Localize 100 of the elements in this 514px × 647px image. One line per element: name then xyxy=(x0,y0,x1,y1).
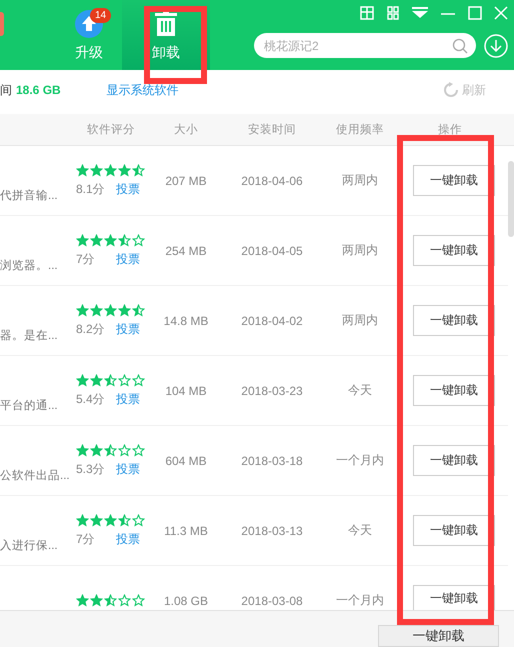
size-cell: 104 MB xyxy=(165,384,207,398)
download-icon[interactable] xyxy=(484,34,508,58)
star-icon xyxy=(132,374,145,386)
usage-frequency-cell: 一个月内 xyxy=(336,592,384,609)
star-icon xyxy=(118,514,131,526)
star-icon xyxy=(118,234,131,246)
app-icon[interactable] xyxy=(0,12,4,36)
vote-link[interactable]: 投票 xyxy=(116,460,140,478)
star-icon xyxy=(132,444,145,456)
star-icon xyxy=(118,444,131,456)
column-header: 大小 xyxy=(174,122,198,137)
uninstall-button[interactable]: 一键卸载 xyxy=(413,305,495,336)
star-icon xyxy=(76,594,89,607)
disk-space-label: 间 xyxy=(0,82,12,98)
star-icon xyxy=(104,304,117,316)
star-icon xyxy=(118,594,131,607)
star-icon xyxy=(132,594,145,607)
maximize-icon[interactable] xyxy=(468,6,482,20)
disk-space-value: 18.6 GB xyxy=(16,83,61,97)
rating-score: 5.3分 xyxy=(76,460,106,478)
scrollbar-thumb[interactable] xyxy=(508,161,514,237)
star-icon xyxy=(132,164,145,176)
refresh-icon xyxy=(443,82,459,98)
size-cell: 254 MB xyxy=(165,244,207,258)
rating-score: 7分 xyxy=(76,530,96,548)
nav-tab[interactable]: 14 升级 xyxy=(56,0,122,70)
search-field[interactable]: 桃花源记2 xyxy=(254,33,476,58)
uninstall-button[interactable]: 一键卸载 xyxy=(413,165,495,196)
usage-frequency-cell: 两周内 xyxy=(342,312,378,329)
count-badge: 14 xyxy=(90,8,112,23)
uninstall-button[interactable]: 一键卸载 xyxy=(413,445,495,476)
star-icon xyxy=(104,164,117,176)
rating-score: 5.4分 xyxy=(76,390,106,408)
dropdown-icon[interactable] xyxy=(412,7,428,19)
star-icon xyxy=(76,444,89,456)
search-icon[interactable] xyxy=(452,38,468,54)
install-date-cell: 2018-04-05 xyxy=(241,244,303,258)
install-date-cell: 2018-04-02 xyxy=(241,314,303,328)
star-icon xyxy=(118,164,131,176)
app-description: 公软件出品... xyxy=(0,468,71,483)
star-icon xyxy=(90,514,103,526)
uninstall-button[interactable]: 一键卸载 xyxy=(413,585,495,610)
star-icon xyxy=(76,374,89,386)
star-icon xyxy=(90,164,103,176)
column-header: 使用频率 xyxy=(336,122,384,137)
star-icon xyxy=(76,514,89,526)
star-icon xyxy=(104,594,117,607)
uninstall-button[interactable]: 一键卸载 xyxy=(413,515,495,546)
star-icon xyxy=(90,374,103,386)
vote-link[interactable]: 投票 xyxy=(116,250,140,268)
star-icon xyxy=(104,374,117,386)
batch-uninstall-button[interactable]: 一键卸载 xyxy=(378,625,499,647)
close-icon[interactable] xyxy=(494,6,508,20)
star-icon xyxy=(104,514,117,526)
star-icon xyxy=(104,444,117,456)
star-icon xyxy=(90,234,103,246)
install-date-cell: 2018-03-08 xyxy=(241,594,303,608)
app-description: 代拼音输... xyxy=(0,188,59,203)
usage-frequency-cell: 两周内 xyxy=(342,172,378,189)
star-icon xyxy=(132,234,145,246)
column-header: 操作 xyxy=(438,122,462,137)
vote-link[interactable]: 投票 xyxy=(116,390,140,408)
vote-link[interactable]: 投票 xyxy=(116,320,140,338)
vote-link[interactable]: 投票 xyxy=(116,530,140,548)
star-icon xyxy=(118,374,131,386)
install-date-cell: 2018-03-23 xyxy=(241,384,303,398)
star-icon xyxy=(104,234,117,246)
install-date-cell: 2018-03-18 xyxy=(241,454,303,468)
install-date-cell: 2018-03-13 xyxy=(241,524,303,538)
size-cell: 604 MB xyxy=(165,454,207,468)
star-icon xyxy=(76,304,89,316)
column-header: 软件评分 xyxy=(87,122,135,137)
usage-frequency-cell: 今天 xyxy=(348,382,372,399)
app-description: 入进行保... xyxy=(0,538,59,553)
install-date-cell: 2018-04-06 xyxy=(241,174,303,188)
app-description: 器。是在... xyxy=(0,328,59,343)
star-icon xyxy=(132,514,145,526)
size-cell: 11.3 MB xyxy=(164,524,208,538)
uninstall-button[interactable]: 一键卸载 xyxy=(413,375,495,406)
vote-link[interactable]: 投票 xyxy=(116,180,140,198)
star-icon xyxy=(90,594,103,607)
usage-frequency-cell: 一个月内 xyxy=(336,452,384,469)
rating-score: 8.2分 xyxy=(76,320,106,338)
trash-icon xyxy=(155,10,177,38)
grid-icon[interactable] xyxy=(360,6,374,20)
star-icon xyxy=(76,234,89,246)
star-icon xyxy=(132,304,145,316)
rating-score: 7分 xyxy=(76,250,96,268)
star-icon xyxy=(118,304,131,316)
star-icon xyxy=(90,444,103,456)
skin-icon[interactable] xyxy=(386,6,400,20)
show-system-software-link[interactable]: 显示系统软件 xyxy=(106,82,179,98)
rating-score: 8.1分 xyxy=(76,180,106,198)
size-cell: 1.08 GB xyxy=(164,594,208,608)
usage-frequency-cell: 两周内 xyxy=(342,242,378,259)
star-icon xyxy=(90,304,103,316)
uninstall-button[interactable]: 一键卸载 xyxy=(413,235,495,266)
column-header: 安装时间 xyxy=(248,122,296,137)
app-description: 平台的通... xyxy=(0,398,59,413)
size-cell: 14.8 MB xyxy=(164,314,208,328)
